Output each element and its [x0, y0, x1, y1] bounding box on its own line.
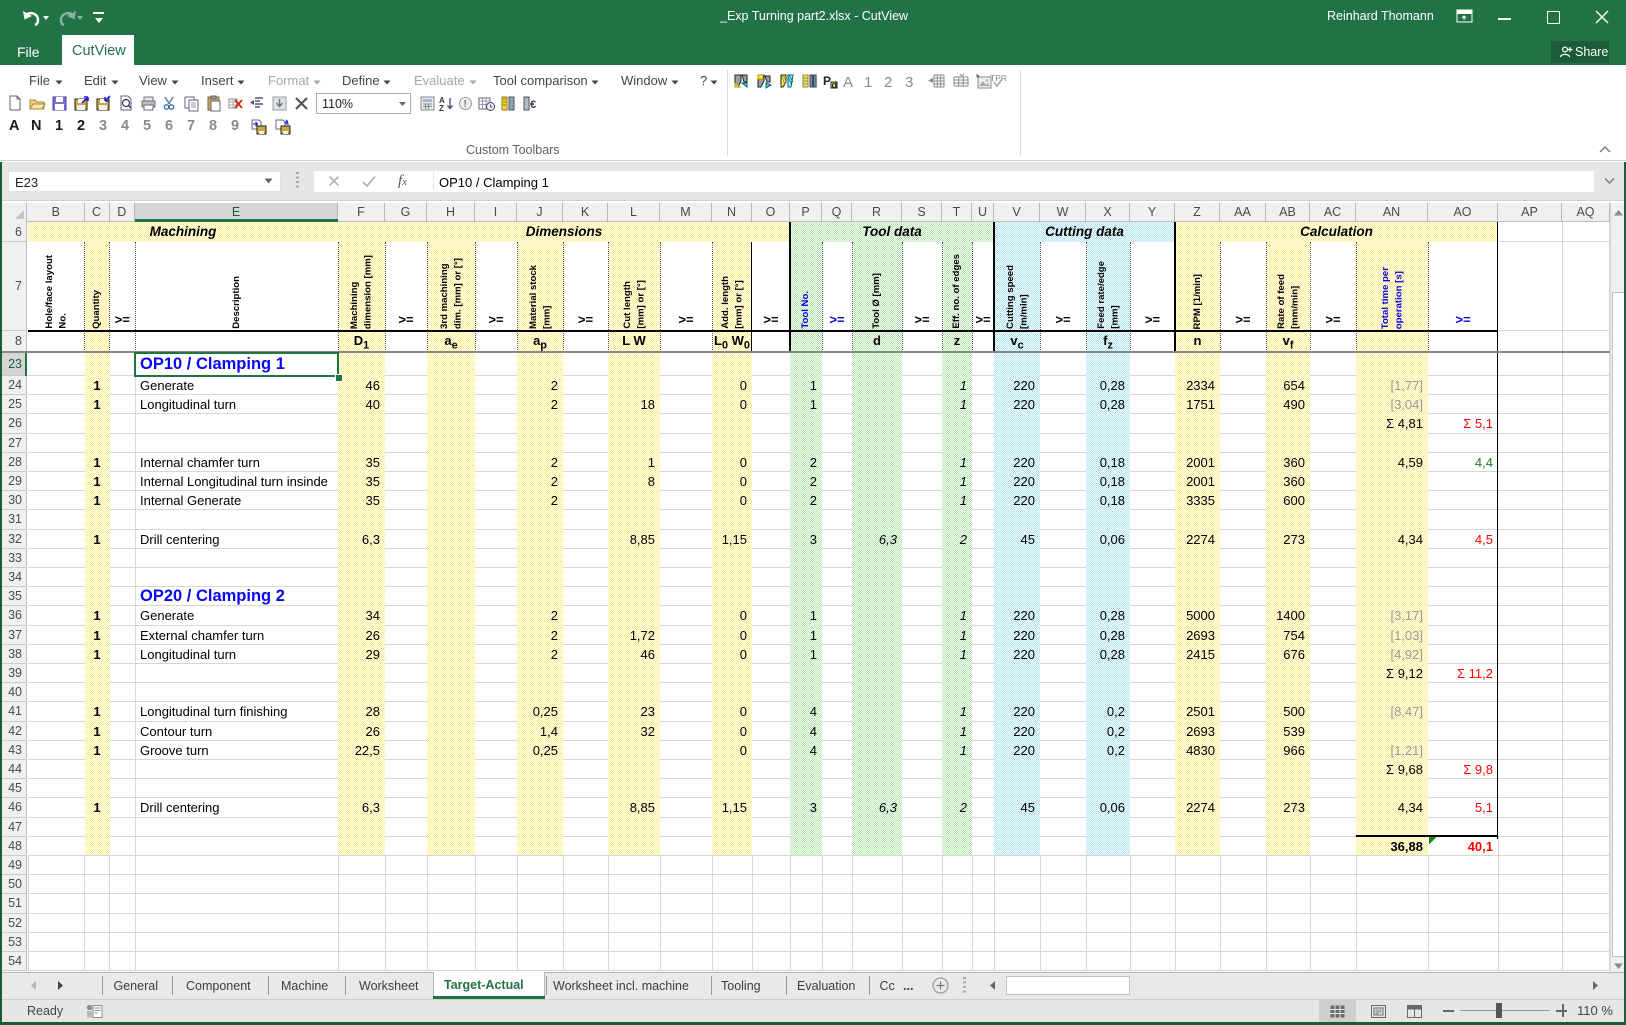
svg-text:!: ! [464, 99, 467, 110]
svg-text:d: d [832, 80, 838, 90]
svg-text:TPR: TPR [990, 73, 1007, 83]
svg-text:P: P [823, 74, 831, 88]
svg-text:Z: Z [439, 104, 444, 112]
svg-text:€: € [530, 99, 536, 111]
